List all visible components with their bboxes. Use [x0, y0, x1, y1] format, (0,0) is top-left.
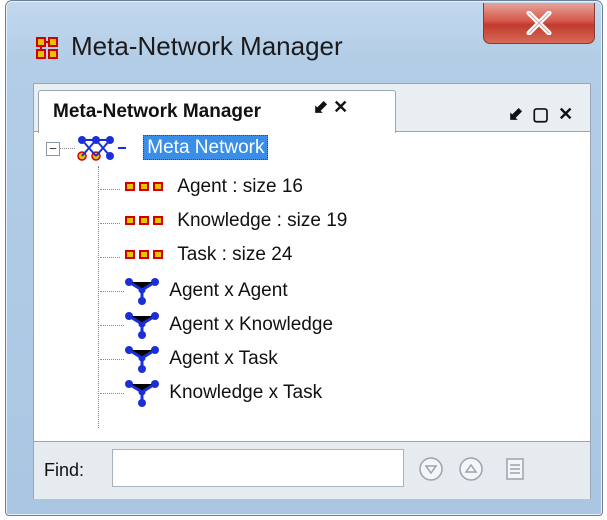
network-icon — [125, 278, 159, 305]
tree-item-agent-nodeset[interactable]: Agent : size 16 — [100, 176, 303, 198]
meta-network-tree: − Meta Network Agent: size 16 Knowledge… — [34, 132, 590, 432]
find-list-icon[interactable] — [502, 456, 528, 482]
tree-connector — [98, 166, 99, 428]
collapse-toggle[interactable]: − — [46, 142, 60, 156]
tab-label: Meta-Network Manager — [53, 101, 261, 122]
tree-item-label: Task : size 24 — [177, 244, 293, 265]
network-icon — [125, 312, 159, 339]
meta-network-manager-window: Meta-Network Manager Meta-Network Manage… — [5, 0, 603, 516]
tree-connector — [100, 291, 124, 292]
find-input[interactable] — [112, 449, 404, 487]
tree-connector — [100, 393, 124, 394]
tab-undock-close-icons[interactable]: ⬋ ✕ — [313, 97, 348, 118]
title-bar[interactable]: Meta-Network Manager — [6, 1, 602, 81]
tree-item-label: Knowledge x Task — [169, 382, 323, 404]
tab-strip: Meta-Network Manager ⬋ ✕ ⬋ ▢ ✕ — [34, 84, 590, 133]
close-window-button[interactable] — [483, 3, 595, 44]
tree-item-label: Agent : size 16 — [177, 176, 303, 197]
tree-item-agent-x-knowledge-network[interactable]: Agent x Knowledge — [100, 310, 333, 340]
app-icon — [36, 37, 58, 59]
nodeset-icon — [125, 249, 163, 259]
tree-root-node[interactable]: Meta Network — [76, 134, 269, 162]
network-icon — [125, 346, 159, 373]
tree-connector — [100, 257, 120, 258]
find-previous-icon[interactable] — [458, 456, 484, 482]
tree-connector — [100, 325, 124, 326]
meta-network-icon — [77, 136, 126, 161]
tree-item-label: Knowledge : size 19 — [177, 210, 348, 231]
panel-window-controls[interactable]: ⬋ ▢ ✕ — [508, 104, 575, 125]
network-icon — [125, 380, 159, 407]
tree-connector — [100, 189, 120, 190]
find-bar: Find: — [34, 441, 590, 499]
tree-item-knowledge-x-task-network[interactable]: Knowledge x Task — [100, 378, 322, 408]
find-label: Find: — [44, 460, 85, 480]
close-icon — [526, 11, 552, 35]
meta-network-manager-panel: Meta-Network Manager ⬋ ✕ ⬋ ▢ ✕ − Meta Ne… — [33, 83, 591, 499]
tree-item-label: Agent x Agent — [169, 280, 288, 302]
nodeset-icon — [125, 215, 163, 225]
tree-connector — [60, 148, 75, 149]
tree-connector — [100, 359, 124, 360]
tree-item-label: Agent x Knowledge — [169, 314, 334, 336]
tab-meta-network-manager[interactable]: Meta-Network Manager ⬋ ✕ — [38, 90, 396, 133]
tree-root-label: Meta Network — [143, 135, 269, 161]
tree-item-agent-x-task-network[interactable]: Agent x Task — [100, 344, 278, 374]
tree-item-knowledge-nodeset[interactable]: Knowledge : size 19 — [100, 210, 347, 232]
nodeset-icon — [125, 181, 163, 191]
tree-item-task-nodeset[interactable]: Task : size 24 — [100, 244, 292, 266]
window-title: Meta-Network Manager — [71, 31, 343, 61]
tree-item-agent-x-agent-network[interactable]: Agent x Agent — [100, 276, 288, 306]
tree-connector — [100, 223, 120, 224]
find-next-icon[interactable] — [418, 456, 444, 482]
tree-item-label: Agent x Task — [169, 348, 278, 370]
